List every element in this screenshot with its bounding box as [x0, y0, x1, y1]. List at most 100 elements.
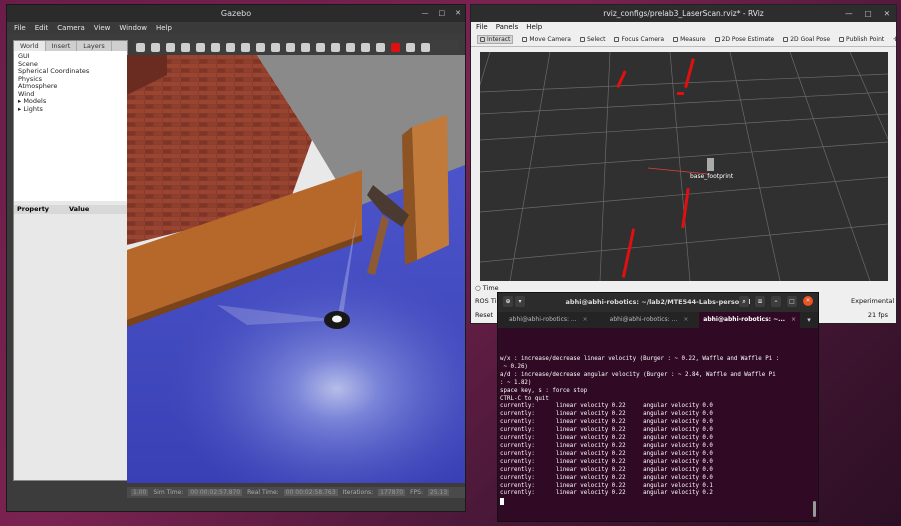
menu-panels[interactable]: Panels: [496, 22, 519, 33]
iterations-label: Iterations:: [342, 489, 374, 496]
redo-icon[interactable]: [211, 42, 220, 52]
time-radio-icon[interactable]: ○: [475, 284, 481, 292]
point-light-icon[interactable]: [271, 42, 280, 52]
minimize-icon[interactable]: —: [422, 5, 429, 22]
arrow-icon: [783, 37, 789, 42]
undo-icon[interactable]: [196, 42, 205, 52]
menu-help[interactable]: Help: [526, 22, 542, 33]
close-icon[interactable]: ✕: [803, 296, 813, 306]
scene-render: [127, 55, 465, 483]
terminal-line: space key, s : force stop: [500, 387, 588, 394]
close-icon[interactable]: ✕: [884, 5, 890, 22]
goal-pose-tool[interactable]: 2D Goal Pose: [783, 36, 830, 43]
terminal-line: w/x : increase/decrease linear velocity …: [500, 356, 780, 362]
maximize-icon[interactable]: □: [439, 5, 446, 22]
gazebo-statusbar: 1.00 Sim Time: 00 00:02:57.870 Real Time…: [127, 487, 465, 498]
iterations-value: 177870: [378, 489, 406, 496]
sim-time-label: Sim Time:: [153, 489, 184, 496]
world-panel: World Insert Layers GUI Scene Spherical …: [13, 40, 128, 481]
maximize-icon[interactable]: □: [865, 5, 872, 22]
select-tool[interactable]: Select: [579, 36, 605, 43]
hamburger-menu-icon[interactable]: ≡: [755, 296, 765, 307]
ruler-icon: [673, 37, 679, 42]
publish-point-tool[interactable]: Publish Point: [839, 36, 884, 43]
close-icon[interactable]: ✕: [455, 5, 461, 22]
terminal-scrollbar[interactable]: [813, 501, 816, 517]
rviz-window: rviz_configs/prelab3_LaserScan.rviz* - R…: [470, 4, 898, 324]
time-label: Time: [482, 284, 499, 292]
base-footprint-label: base_footprint: [690, 173, 734, 180]
terminal-line: CTRL-C to quit: [500, 395, 549, 402]
tab-world[interactable]: World: [14, 41, 46, 51]
camera-icon: [522, 37, 528, 42]
terminal-tab[interactable]: abhi@abhi-robotics: ... ×: [599, 312, 700, 328]
menu-edit[interactable]: Edit: [35, 22, 49, 34]
translate-icon[interactable]: [151, 42, 160, 52]
record-icon[interactable]: [391, 42, 400, 52]
box-icon[interactable]: [226, 42, 235, 52]
align-icon[interactable]: [346, 42, 355, 52]
menu-file[interactable]: File: [476, 22, 488, 33]
menu-help[interactable]: Help: [156, 22, 172, 34]
focus-icon: [614, 37, 620, 42]
minimize-icon[interactable]: —: [845, 5, 853, 22]
snap-icon[interactable]: [361, 42, 370, 52]
pose-estimate-tool[interactable]: 2D Pose Estimate: [714, 36, 774, 43]
screenshot-icon[interactable]: [406, 42, 415, 52]
terminal-titlebar: ⊕ ▾ abhi@abhi-robotics: ~/lab2/MTE544-La…: [498, 293, 818, 312]
gazebo-3d-viewport[interactable]: [127, 55, 465, 483]
tab-menu-icon[interactable]: ▾: [515, 296, 525, 307]
terminal-line: currently: linear velocity 0.22 angular …: [500, 411, 713, 418]
fps-label: FPS:: [410, 489, 423, 496]
tab-insert[interactable]: Insert: [46, 41, 78, 51]
select-mode-icon[interactable]: [136, 42, 145, 52]
close-tab-icon[interactable]: ×: [583, 316, 588, 323]
measure-tool[interactable]: Measure: [673, 36, 706, 43]
spot-light-icon[interactable]: [286, 42, 295, 52]
pin-icon: [839, 37, 845, 42]
focus-camera-tool[interactable]: Focus Camera: [614, 36, 664, 43]
terminal-line: : ~ 1.82): [500, 379, 532, 386]
terminal-window: ⊕ ▾ abhi@abhi-robotics: ~/lab2/MTE544-La…: [497, 292, 819, 522]
terminal-line: currently: linear velocity 0.22 angular …: [500, 490, 713, 497]
paste-icon[interactable]: [331, 42, 340, 52]
terminal-output[interactable]: w/x : increase/decrease linear velocity …: [498, 328, 818, 507]
cylinder-icon[interactable]: [256, 42, 265, 52]
menu-camera[interactable]: Camera: [57, 22, 84, 34]
menu-view[interactable]: View: [94, 22, 111, 34]
scale-icon[interactable]: [181, 42, 190, 52]
move-camera-tool[interactable]: Move Camera: [522, 36, 571, 43]
sphere-icon[interactable]: [241, 42, 250, 52]
menu-file[interactable]: File: [14, 22, 26, 34]
terminal-tab-active[interactable]: abhi@abhi-robotics: ~... ×: [699, 312, 801, 328]
menu-window[interactable]: Window: [119, 22, 147, 34]
terminal-tab[interactable]: abhi@abhi-robotics: ... ×: [498, 312, 599, 328]
terminal-line: currently: linear velocity 0.22 angular …: [500, 474, 713, 481]
reset-button[interactable]: Reset: [475, 311, 493, 319]
close-tab-icon[interactable]: ×: [683, 316, 688, 323]
maximize-icon[interactable]: □: [787, 296, 797, 307]
terminal-cursor: [500, 498, 504, 506]
video-icon[interactable]: [421, 42, 430, 52]
new-tab-icon[interactable]: ⊕: [503, 296, 513, 307]
select-icon: [579, 37, 585, 42]
tabs-dropdown-icon[interactable]: ▾: [800, 312, 818, 328]
real-time-label: Real Time:: [247, 489, 279, 496]
minimize-icon[interactable]: –: [771, 296, 781, 307]
add-tool-button[interactable]: ✛: [893, 36, 898, 43]
rotate-icon[interactable]: [166, 42, 175, 52]
interact-tool[interactable]: Interact: [477, 35, 514, 44]
search-icon[interactable]: ⌕: [739, 296, 749, 307]
terminal-line: currently: linear velocity 0.22 angular …: [500, 403, 713, 410]
tree-item[interactable]: ▸ Lights: [18, 105, 123, 114]
terminal-line: currently: linear velocity 0.22 angular …: [500, 435, 713, 442]
real-time-factor: 1.00: [131, 489, 149, 496]
tab-layers[interactable]: Layers: [77, 41, 112, 51]
copy-icon[interactable]: [316, 42, 325, 52]
terminal-line: currently: linear velocity 0.22 angular …: [500, 482, 713, 489]
close-tab-icon[interactable]: ×: [791, 316, 796, 323]
rviz-3d-view[interactable]: base_footprint: [480, 52, 888, 281]
directional-light-icon[interactable]: [301, 42, 310, 52]
rviz-grid-render: base_footprint: [480, 52, 888, 281]
change-view-icon[interactable]: [376, 42, 385, 52]
